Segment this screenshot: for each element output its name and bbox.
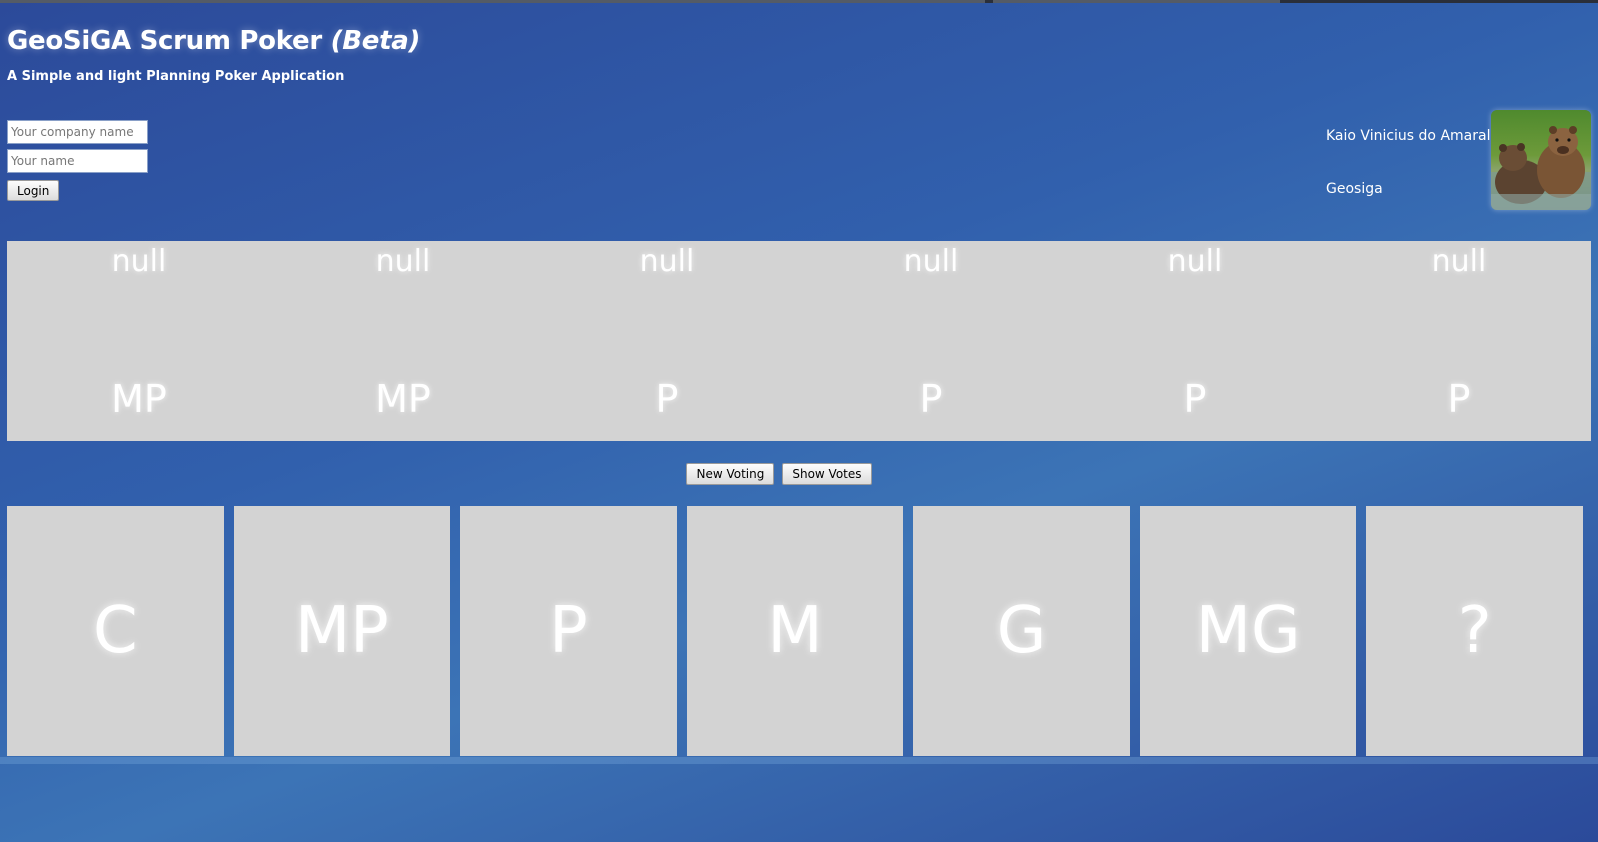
voter-name: null bbox=[375, 244, 431, 279]
vote-value: P bbox=[1447, 377, 1471, 421]
vote-slot: null P bbox=[535, 241, 799, 441]
app-name: GeoSiGA Scrum Poker bbox=[7, 26, 322, 56]
poker-cards: C MP P M G MG ? bbox=[7, 506, 1584, 756]
voting-actions: New Voting Show Votes bbox=[0, 463, 1598, 485]
cards-strip bbox=[0, 757, 1598, 764]
voter-name: null bbox=[903, 244, 959, 279]
voter-name: null bbox=[1431, 244, 1487, 279]
vote-slot: null MP bbox=[271, 241, 535, 441]
poker-card-mg[interactable]: MG bbox=[1139, 506, 1357, 756]
voter-name: null bbox=[639, 244, 695, 279]
user-avatar bbox=[1491, 110, 1591, 210]
vote-slot: null P bbox=[1063, 241, 1327, 441]
current-user-company: Geosiga bbox=[1326, 181, 1383, 197]
beta-label: (Beta) bbox=[330, 26, 421, 56]
new-voting-button[interactable]: New Voting bbox=[686, 463, 775, 485]
top-bar-segment bbox=[993, 0, 1280, 3]
top-bar-segment bbox=[0, 0, 985, 3]
current-user-name: Kaio Vinicius do Amaral bbox=[1326, 128, 1491, 144]
show-votes-button[interactable]: Show Votes bbox=[782, 463, 872, 485]
poker-card-mp[interactable]: MP bbox=[233, 506, 451, 756]
vote-value: P bbox=[1183, 377, 1207, 421]
poker-card-c[interactable]: C bbox=[7, 506, 224, 756]
poker-card-m[interactable]: M bbox=[686, 506, 904, 756]
page-subtitle: A Simple and light Planning Poker Applic… bbox=[7, 69, 345, 84]
voter-name: null bbox=[1167, 244, 1223, 279]
poker-card-p[interactable]: P bbox=[460, 506, 677, 756]
voter-name: null bbox=[111, 244, 167, 279]
bear-photo-icon bbox=[1491, 110, 1591, 210]
login-form: Login bbox=[7, 120, 148, 201]
vote-value: MP bbox=[375, 377, 431, 421]
poker-card-unknown[interactable]: ? bbox=[1366, 506, 1584, 756]
poker-card-g[interactable]: G bbox=[913, 506, 1130, 756]
vote-slot: null P bbox=[799, 241, 1063, 441]
vote-value: MP bbox=[111, 377, 167, 421]
votes-panel: null MP null MP null P null P null P nul… bbox=[7, 241, 1591, 441]
page-title: GeoSiGA Scrum Poker (Beta) bbox=[7, 26, 420, 56]
vote-slot: null MP bbox=[7, 241, 271, 441]
vote-slot: null P bbox=[1327, 241, 1591, 441]
vote-value: P bbox=[919, 377, 943, 421]
login-button[interactable]: Login bbox=[7, 180, 60, 201]
vote-value: P bbox=[655, 377, 679, 421]
user-name-input[interactable] bbox=[7, 149, 148, 173]
browser-top-bar bbox=[0, 0, 1598, 3]
company-name-input[interactable] bbox=[7, 120, 148, 144]
